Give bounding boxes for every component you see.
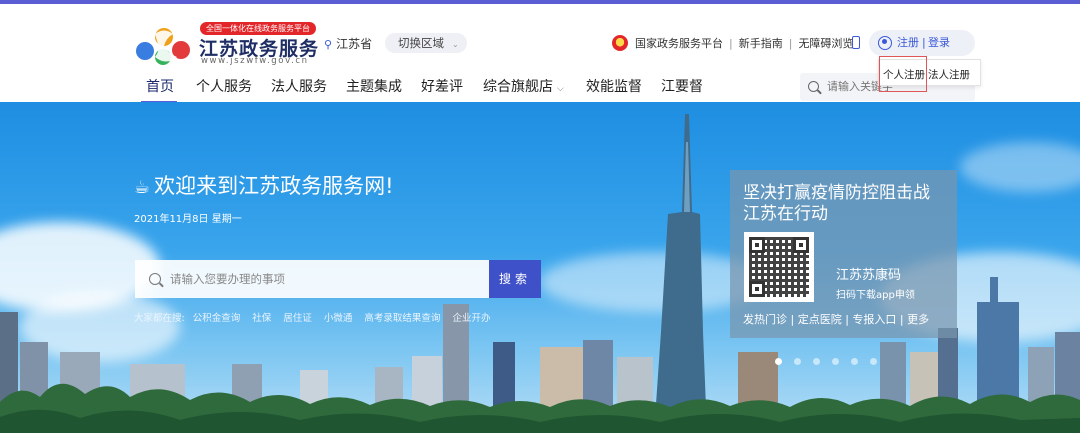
divider: |	[922, 36, 926, 49]
hot-search-item[interactable]: 居住证	[283, 313, 312, 324]
chevron-down-icon: ⌄	[452, 40, 459, 49]
hot-searches-label: 大家都在搜:	[134, 313, 185, 324]
current-location: ⚲ 江苏省	[324, 35, 372, 52]
carousel-dot[interactable]	[794, 358, 801, 365]
covid-card-title: 坚决打赢疫情防控阻击战 江苏在行动	[743, 183, 930, 225]
main-search-field[interactable]: 请输入您要办理的事项	[135, 260, 489, 298]
site-url: www.jszwfw.gov.cn	[201, 56, 309, 66]
hot-searches: 大家都在搜: 公积金查询 社保 居住证 小微通 高考录取结果查询 企业开办	[134, 310, 499, 324]
covid-quick-links[interactable]: 发热门诊 | 定点医院 | 专报入口 | 更多	[743, 311, 929, 327]
nav-efficiency-supervision[interactable]: 效能监督	[586, 76, 642, 96]
nav-flagship-store[interactable]: 综合旗舰店 ⌵	[483, 76, 564, 96]
coffee-cup-icon: ☕	[134, 177, 151, 198]
search-button[interactable]: 搜索	[489, 260, 541, 298]
welcome-text: 欢迎来到江苏政务服务网!	[154, 174, 394, 198]
health-code-app-name: 江苏苏康码	[836, 268, 902, 283]
user-account-area: 注册 | 登录	[869, 30, 975, 56]
location-pin-icon: ⚲	[324, 38, 333, 51]
national-emblem-icon	[612, 35, 628, 51]
nav-home[interactable]: 首页	[146, 76, 174, 96]
nav-flagship-store-label: 综合旗舰店	[483, 79, 553, 95]
hot-search-item[interactable]: 公积金查询	[193, 313, 241, 324]
national-platform-link[interactable]: 国家政务服务平台	[635, 35, 723, 51]
search-icon[interactable]	[808, 81, 819, 92]
logo-icon[interactable]	[133, 24, 195, 68]
nav-theme-integration[interactable]: 主题集成	[346, 76, 402, 96]
qr-code-icon	[744, 232, 814, 302]
switch-region-label: 切换区域	[398, 36, 444, 50]
current-date: 2021年11月8日 星期一	[134, 214, 242, 225]
register-link[interactable]: 注册	[897, 30, 919, 56]
search-icon	[149, 273, 161, 285]
register-dropdown: 个人注册 法人注册	[878, 56, 981, 92]
chevron-down-icon: ⌵	[557, 84, 564, 94]
hero-banner: ☕ 欢迎来到江苏政务服务网! 2021年11月8日 星期一 请输入您要办理的事项 …	[0, 102, 1080, 433]
header: 全国一体化在线政务服务平台 江苏政务服务 www.jszwfw.gov.cn ⚲…	[0, 4, 1080, 104]
divider: |	[729, 36, 733, 50]
covid-title-line2: 江苏在行动	[743, 204, 828, 224]
health-code-app-hint: 扫码下载app申领	[836, 290, 915, 301]
main-search-placeholder: 请输入您要办理的事项	[170, 272, 285, 286]
hot-search-item[interactable]: 高考录取结果查询	[364, 313, 440, 324]
hot-search-item[interactable]: 小微通	[324, 313, 353, 324]
user-icon	[878, 36, 892, 50]
covid-title-line1: 坚决打赢疫情防控阻击战	[743, 183, 930, 203]
hot-search-item[interactable]: 企业开办	[452, 313, 490, 324]
accessible-link[interactable]: 无障碍浏览	[798, 35, 853, 51]
nav-evaluation[interactable]: 好差评	[421, 76, 463, 96]
personal-register-option[interactable]: 个人注册	[883, 67, 925, 82]
welcome-heading: ☕ 欢迎来到江苏政务服务网!	[134, 170, 394, 200]
nav-jiangyaodu[interactable]: 江要督	[661, 76, 703, 96]
legal-register-option[interactable]: 法人注册	[928, 67, 970, 82]
mobile-icon[interactable]	[852, 36, 860, 49]
nav-legal-services[interactable]: 法人服务	[271, 76, 327, 96]
nav-personal-services[interactable]: 个人服务	[196, 76, 252, 96]
carousel-dot[interactable]	[813, 358, 820, 365]
switch-region-button[interactable]: 切换区域 ⌄	[385, 33, 467, 53]
hot-search-item[interactable]: 社保	[252, 313, 271, 324]
covid-prevention-card[interactable]: 坚决打赢疫情防控阻击战 江苏在行动 江苏苏康码 扫码下载app申领 发热门诊 |…	[730, 170, 957, 338]
carousel-dot[interactable]	[870, 358, 877, 365]
carousel-dot[interactable]	[851, 358, 858, 365]
guide-link[interactable]: 新手指南	[739, 35, 783, 51]
carousel-dot[interactable]	[832, 358, 839, 365]
top-links: 国家政务服务平台 | 新手指南 | 无障碍浏览	[612, 34, 853, 52]
location-label: 江苏省	[336, 37, 373, 51]
login-link[interactable]: 登录	[928, 30, 950, 56]
carousel-dot[interactable]	[775, 358, 782, 365]
divider: |	[788, 36, 793, 50]
